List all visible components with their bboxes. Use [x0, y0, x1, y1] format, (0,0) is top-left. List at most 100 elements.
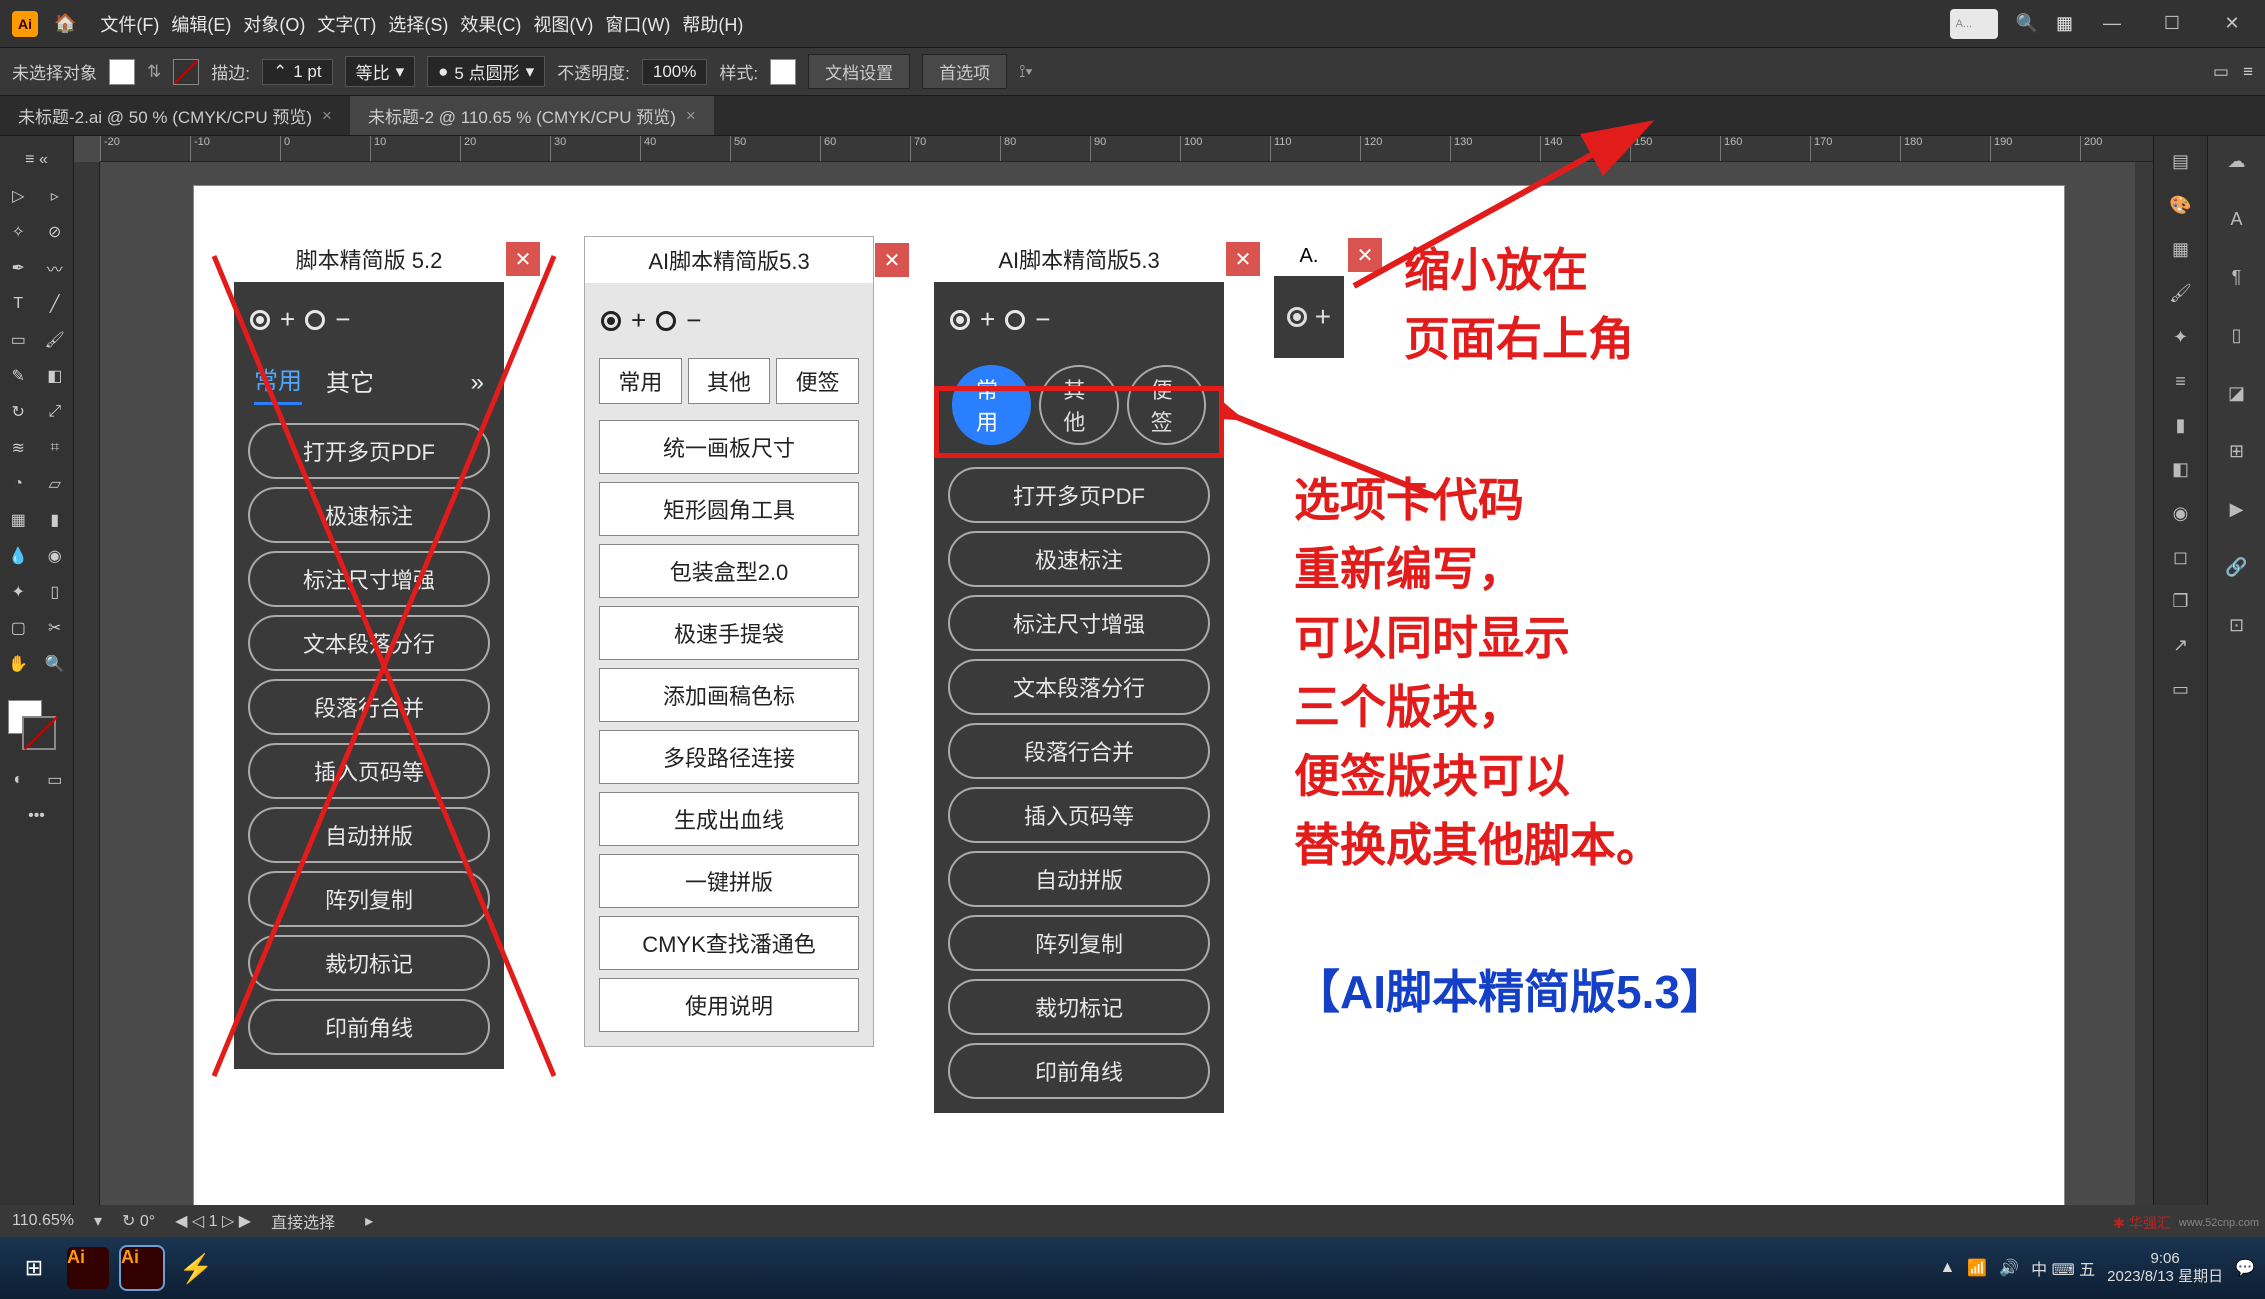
gradient-tool[interactable]: ▮: [37, 502, 74, 538]
radio-on[interactable]: [950, 310, 970, 330]
script-button[interactable]: CMYK查找潘通色: [599, 916, 859, 970]
script-button[interactable]: 生成出血线: [599, 792, 859, 846]
menu-window[interactable]: 窗口(W): [605, 11, 670, 37]
close-button[interactable]: ✕: [2211, 13, 2253, 34]
lasso-tool[interactable]: ⊘: [37, 214, 74, 250]
align-panel-icon[interactable]: ▯: [2222, 320, 2252, 350]
script-button[interactable]: 矩形圆角工具: [599, 482, 859, 536]
screen-mode-icon[interactable]: ▭: [37, 762, 74, 798]
script-button[interactable]: 文本段落分行: [248, 615, 490, 671]
close-icon[interactable]: ✕: [875, 243, 909, 277]
start-button[interactable]: ⊞: [10, 1244, 58, 1292]
blend-tool[interactable]: ◉: [37, 538, 74, 574]
script-button[interactable]: 使用说明: [599, 978, 859, 1032]
script-button[interactable]: 自动拼版: [948, 851, 1210, 907]
direct-selection-tool[interactable]: ▹: [37, 178, 74, 214]
width-tool[interactable]: ≋: [0, 430, 37, 466]
perspective-tool[interactable]: ▱: [37, 466, 74, 502]
tray-network-icon[interactable]: 📶: [1967, 1258, 1987, 1278]
paragraph-panel-icon[interactable]: ¶: [2222, 262, 2252, 292]
script-button[interactable]: 包装盒型2.0: [599, 544, 859, 598]
radio-off[interactable]: [1005, 310, 1025, 330]
script-button[interactable]: 自动拼版: [248, 807, 490, 863]
vertical-scrollbar[interactable]: [2135, 162, 2153, 1259]
taskbar-app-illustrator-active[interactable]: Ai: [118, 1244, 166, 1292]
script-button[interactable]: 裁切标记: [948, 979, 1210, 1035]
status-dropdown-icon[interactable]: ▸: [365, 1211, 373, 1231]
brushes-icon[interactable]: 🖌: [2166, 278, 2196, 308]
script-button[interactable]: 添加画稿色标: [599, 668, 859, 722]
symbol-sprayer-tool[interactable]: ✦: [0, 574, 37, 610]
libraries-icon[interactable]: ☁: [2222, 146, 2252, 176]
line-tool[interactable]: ╱: [37, 286, 74, 322]
script-button[interactable]: 打开多页PDF: [248, 423, 490, 479]
char-panel-icon[interactable]: A: [2222, 204, 2252, 234]
tab-other[interactable]: 其他: [688, 358, 771, 404]
swap-icon[interactable]: ⇅: [147, 62, 161, 82]
panel-menu-icon[interactable]: ≡: [2243, 62, 2253, 82]
menu-view[interactable]: 视图(V): [533, 11, 593, 37]
mesh-tool[interactable]: ▦: [0, 502, 37, 538]
transparency-icon[interactable]: ◧: [2166, 454, 2196, 484]
eraser-tool[interactable]: ◧: [37, 358, 74, 394]
script-button[interactable]: 极速标注: [948, 531, 1210, 587]
script-button[interactable]: 阵列复制: [948, 915, 1210, 971]
graphic-styles-icon[interactable]: ◻: [2166, 542, 2196, 572]
script-button[interactable]: 标注尺寸增强: [248, 551, 490, 607]
hand-tool[interactable]: ✋: [0, 646, 37, 682]
stroke-weight-input[interactable]: ⌃ 1 pt: [262, 59, 333, 85]
tab-common[interactable]: 常用: [599, 358, 682, 404]
script-button[interactable]: 段落行合并: [948, 723, 1210, 779]
transform-panel-icon[interactable]: ⊞: [2222, 436, 2252, 466]
pen-tool[interactable]: ✒: [0, 250, 37, 286]
gradient-panel-icon[interactable]: ▮: [2166, 410, 2196, 440]
shape-builder-tool[interactable]: ◔: [0, 466, 37, 502]
taskbar-clock[interactable]: 9:06 2023/8/13 星期日: [2107, 1250, 2223, 1286]
home-icon[interactable]: 🏠: [54, 13, 76, 34]
zoom-tool[interactable]: 🔍: [37, 646, 74, 682]
script-button[interactable]: 插入页码等: [248, 743, 490, 799]
script-button[interactable]: 印前角线: [948, 1043, 1210, 1099]
zoom-level[interactable]: 110.65%: [12, 1212, 74, 1230]
radio-on[interactable]: [601, 311, 621, 331]
menu-help[interactable]: 帮助(H): [682, 11, 743, 37]
menu-select[interactable]: 选择(S): [388, 11, 448, 37]
tray-sound-icon[interactable]: 🔊: [1999, 1258, 2019, 1278]
brush-dropdown[interactable]: ● 5 点圆形 ▾: [427, 56, 545, 87]
document-setup-button[interactable]: 文档设置: [808, 54, 910, 89]
color-icon[interactable]: 🎨: [2166, 190, 2196, 220]
canvas[interactable]: -20-100102030405060708090100110120130140…: [74, 136, 2153, 1259]
script-button[interactable]: 打开多页PDF: [948, 467, 1210, 523]
properties-icon[interactable]: ▤: [2166, 146, 2196, 176]
radio-icon[interactable]: [1287, 307, 1307, 327]
curvature-tool[interactable]: 〰: [37, 250, 74, 286]
tab-other[interactable]: 其它: [326, 363, 374, 404]
minimize-button[interactable]: —: [2091, 13, 2133, 34]
script-button[interactable]: 一键拼版: [599, 854, 859, 908]
script-button[interactable]: 文本段落分行: [948, 659, 1210, 715]
script-button[interactable]: 插入页码等: [948, 787, 1210, 843]
menu-effect[interactable]: 效果(C): [460, 11, 521, 37]
close-tab-icon[interactable]: ×: [322, 106, 332, 126]
panel-toggle-icon[interactable]: ▭: [2213, 62, 2229, 82]
color-swatches[interactable]: [0, 696, 73, 772]
close-icon[interactable]: ✕: [1226, 242, 1260, 276]
uniform-dropdown[interactable]: 等比 ▾: [345, 56, 416, 87]
taskbar-app-illustrator[interactable]: Ai: [64, 1244, 112, 1292]
pathfinder-icon[interactable]: ◪: [2222, 378, 2252, 408]
stroke-panel-icon[interactable]: ≡: [2166, 366, 2196, 396]
menu-file[interactable]: 文件(F): [100, 11, 159, 37]
rotate-view-icon[interactable]: ↻ 0°: [122, 1211, 155, 1231]
rotate-tool[interactable]: ↻: [0, 394, 37, 430]
script-button[interactable]: 极速标注: [248, 487, 490, 543]
close-icon[interactable]: ✕: [506, 242, 540, 276]
stroke-color-swatch[interactable]: [22, 716, 56, 750]
script-button[interactable]: 段落行合并: [248, 679, 490, 735]
script-button[interactable]: 极速手提袋: [599, 606, 859, 660]
menu-object[interactable]: 对象(O): [243, 11, 305, 37]
doc-tab-1[interactable]: 未标题-2.ai @ 50 % (CMYK/CPU 预览)×: [0, 96, 350, 135]
draw-mode-icon[interactable]: ◐: [0, 762, 37, 798]
script-button[interactable]: 统一画板尺寸: [599, 420, 859, 474]
radio-off[interactable]: [656, 311, 676, 331]
type-tool[interactable]: T: [0, 286, 37, 322]
